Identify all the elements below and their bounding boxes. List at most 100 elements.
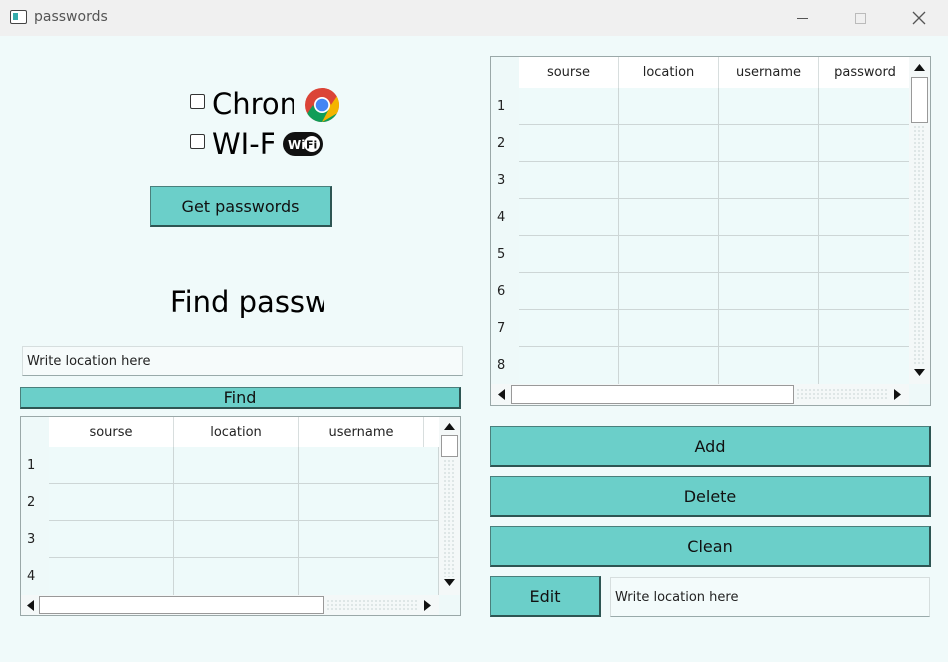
column-header-sourse[interactable]: sourse xyxy=(49,417,174,447)
passwords-table[interactable]: sourse location username password 1 2 3 … xyxy=(490,56,931,406)
table-cell[interactable] xyxy=(719,199,819,236)
table-cell[interactable] xyxy=(174,447,299,484)
table-cell[interactable] xyxy=(719,88,819,125)
find-location-input[interactable]: Write location here xyxy=(22,346,463,376)
column-header-sourse[interactable]: sourse xyxy=(519,57,619,88)
window-title: passwords xyxy=(34,9,108,25)
table-cell[interactable] xyxy=(619,347,719,384)
table-cell[interactable] xyxy=(719,347,819,384)
table-cell[interactable] xyxy=(519,88,619,125)
table-cell[interactable] xyxy=(519,310,619,347)
wifi-logo-icon: Wi Fi xyxy=(282,130,324,158)
scroll-thumb[interactable] xyxy=(39,596,324,614)
table-cell[interactable] xyxy=(819,199,911,236)
column-header-username[interactable]: username xyxy=(299,417,424,447)
table-cell[interactable] xyxy=(49,447,174,484)
table-cell[interactable] xyxy=(819,162,911,199)
table-cell[interactable] xyxy=(819,273,911,310)
chrome-label: Chrome xyxy=(212,87,294,121)
table-cell[interactable] xyxy=(819,236,911,273)
table-cell[interactable] xyxy=(174,521,299,558)
row-header: 5 xyxy=(491,236,519,273)
chrome-logo-icon xyxy=(304,87,340,123)
close-button[interactable] xyxy=(890,0,948,36)
table-cell[interactable] xyxy=(719,236,819,273)
table-cell[interactable] xyxy=(619,125,719,162)
wifi-checkbox[interactable] xyxy=(190,134,205,149)
table-cell[interactable] xyxy=(819,125,911,162)
table-cell[interactable] xyxy=(519,162,619,199)
app-icon xyxy=(10,10,27,24)
find-results-table[interactable]: sourse location username 1 2 3 4 xyxy=(20,416,461,616)
table-cell[interactable] xyxy=(819,88,911,125)
scroll-right-icon[interactable] xyxy=(894,389,901,400)
edit-button[interactable]: Edit xyxy=(490,576,601,617)
table-cell[interactable] xyxy=(719,310,819,347)
table-cell[interactable] xyxy=(619,310,719,347)
wifi-label: WI-FI xyxy=(212,127,274,161)
table-cell[interactable] xyxy=(819,310,911,347)
row-header: 7 xyxy=(491,310,519,347)
scroll-up-icon[interactable] xyxy=(914,64,925,71)
scroll-right-icon[interactable] xyxy=(424,600,431,611)
maximize-icon xyxy=(854,12,866,24)
table-cell[interactable] xyxy=(719,125,819,162)
table-cell[interactable] xyxy=(619,199,719,236)
row-header: 4 xyxy=(21,558,49,595)
find-button[interactable]: Find xyxy=(20,387,461,409)
vertical-scrollbar[interactable] xyxy=(439,417,460,595)
row-header: 1 xyxy=(21,447,49,484)
column-header-username[interactable]: username xyxy=(719,57,819,88)
horizontal-scrollbar[interactable] xyxy=(491,384,909,405)
table-cell[interactable] xyxy=(299,521,439,558)
add-button[interactable]: Add xyxy=(490,426,931,467)
table-cell[interactable] xyxy=(299,447,439,484)
scroll-left-icon[interactable] xyxy=(27,600,34,611)
row-header: 4 xyxy=(491,199,519,236)
table-cell[interactable] xyxy=(819,347,911,384)
delete-button[interactable]: Delete xyxy=(490,476,931,517)
edit-location-input[interactable]: Write location here xyxy=(610,577,930,617)
table-cell[interactable] xyxy=(299,484,439,521)
row-header: 3 xyxy=(21,521,49,558)
scroll-thumb[interactable] xyxy=(511,385,794,404)
scroll-down-icon[interactable] xyxy=(914,369,925,376)
table-cell[interactable] xyxy=(174,558,299,595)
table-cell[interactable] xyxy=(519,125,619,162)
table-cell[interactable] xyxy=(299,558,439,595)
table-cell[interactable] xyxy=(619,162,719,199)
row-header: 8 xyxy=(491,347,519,384)
table-cell[interactable] xyxy=(719,273,819,310)
column-header-password[interactable]: password xyxy=(819,57,911,88)
minimize-button[interactable] xyxy=(773,0,831,36)
svg-text:Fi: Fi xyxy=(306,139,317,152)
table-cell[interactable] xyxy=(719,162,819,199)
row-header: 2 xyxy=(491,125,519,162)
table-cell[interactable] xyxy=(619,273,719,310)
table-cell[interactable] xyxy=(519,199,619,236)
get-passwords-button[interactable]: Get passwords xyxy=(150,186,332,227)
scroll-thumb[interactable] xyxy=(441,435,458,457)
maximize-button[interactable] xyxy=(831,0,889,36)
row-header: 3 xyxy=(491,162,519,199)
table-cell[interactable] xyxy=(519,347,619,384)
chrome-checkbox[interactable] xyxy=(190,94,205,109)
clean-button[interactable]: Clean xyxy=(490,526,931,567)
table-cell[interactable] xyxy=(49,484,174,521)
column-header-location[interactable]: location xyxy=(174,417,299,447)
table-cell[interactable] xyxy=(519,273,619,310)
table-cell[interactable] xyxy=(174,484,299,521)
scroll-left-icon[interactable] xyxy=(498,389,505,400)
horizontal-scrollbar[interactable] xyxy=(21,595,439,615)
scroll-down-icon[interactable] xyxy=(444,579,455,586)
table-cell[interactable] xyxy=(619,88,719,125)
scroll-up-icon[interactable] xyxy=(444,423,455,430)
scroll-thumb[interactable] xyxy=(911,77,928,123)
table-cell[interactable] xyxy=(49,521,174,558)
table-cell[interactable] xyxy=(519,236,619,273)
title-bar: passwords xyxy=(0,0,948,36)
table-cell[interactable] xyxy=(49,558,174,595)
table-cell[interactable] xyxy=(619,236,719,273)
column-header-location[interactable]: location xyxy=(619,57,719,88)
vertical-scrollbar[interactable] xyxy=(909,57,930,384)
